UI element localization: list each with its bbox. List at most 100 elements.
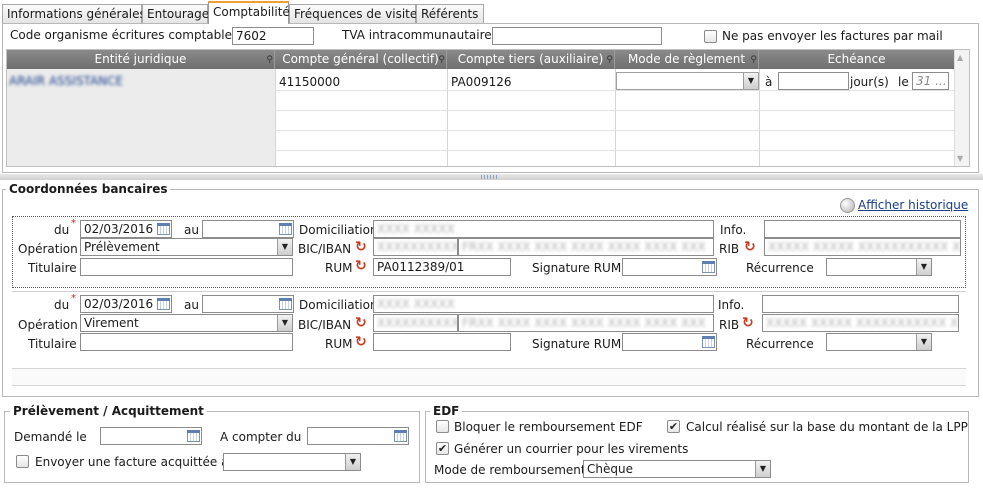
grid-header-entite[interactable]: Entité juridique ⚲ <box>7 50 275 69</box>
tab-frequences-visites[interactable]: Fréquences de visites <box>289 4 424 23</box>
bank2-operation-select[interactable]: Virement ▼ <box>80 314 293 332</box>
bank2-domiciliation-value: XXXX XXXXX <box>377 297 455 311</box>
no-mail-checkbox[interactable] <box>704 30 717 43</box>
bank2-titulaire-input[interactable] <box>80 333 293 351</box>
tab-label: Entourage <box>147 7 210 21</box>
tab-comptabilite[interactable]: Comptabilité <box>208 1 290 24</box>
bank1-titulaire-input[interactable] <box>80 258 293 276</box>
filter-icon[interactable]: ⚲ <box>750 51 757 70</box>
calendar-icon[interactable] <box>157 223 170 235</box>
grid-divider <box>759 69 760 166</box>
refresh-icon[interactable]: ↻ <box>355 240 369 254</box>
refresh-icon[interactable]: ↻ <box>742 316 756 330</box>
tab-referents[interactable]: Référents <box>416 4 484 23</box>
tab-label: Comptabilité <box>213 5 290 19</box>
filter-icon[interactable]: ⚲ <box>266 51 273 70</box>
grid-header-compte-tiers[interactable]: Compte tiers (auxiliaire) ⚲ <box>447 50 615 69</box>
bank2-iban-input[interactable]: FRXX XXXX XXXX XXXX XXXX XXXX XXX <box>458 314 714 332</box>
mode-remboursement-select[interactable]: Chèque ▼ <box>583 460 771 478</box>
bank1-rib-input[interactable]: XXXXX XXXXX XXXXXXXXXXX XX <box>764 238 961 256</box>
grid-scrollbar[interactable]: ▲ ▼ <box>954 50 969 166</box>
chevron-down-icon[interactable]: ▼ <box>277 315 292 331</box>
bank2-rib-input[interactable]: XXXXX XXXXX XXXXXXXXXXX XX <box>762 314 959 332</box>
titulaire-label: Titulaire <box>28 261 77 275</box>
calcul-lpp-checkbox[interactable]: ✔ <box>667 420 680 433</box>
bank1-recurrence-select[interactable]: ▼ <box>826 258 932 276</box>
echeance-jours-input[interactable] <box>778 72 849 90</box>
calendar-icon[interactable] <box>702 261 715 273</box>
chevron-down-icon[interactable]: ▼ <box>277 239 292 255</box>
filter-icon[interactable]: ⚲ <box>438 51 445 70</box>
bank2-rum-input[interactable] <box>373 333 511 351</box>
bank2-recurrence-select[interactable]: ▼ <box>826 333 932 351</box>
grid-cell-entite[interactable]: ARAIR ASSISTANCE <box>9 74 123 88</box>
chevron-down-icon[interactable]: ▼ <box>743 73 758 89</box>
chevron-down-icon[interactable]: ▼ <box>916 334 931 350</box>
splitter[interactable] <box>0 174 983 180</box>
calendar-icon[interactable] <box>702 336 715 348</box>
afficher-historique-link[interactable]: Afficher historique <box>858 198 968 212</box>
echeance-le-input[interactable]: 31 ... <box>912 72 949 90</box>
scroll-up-icon[interactable]: ▲ <box>957 53 963 62</box>
bank1-operation-select[interactable]: Prélèvement ▼ <box>80 238 293 256</box>
grid-cell-compte-general[interactable]: 41150000 <box>279 75 340 89</box>
splitter-grip-icon[interactable] <box>481 175 499 179</box>
refresh-icon[interactable]: ↻ <box>355 316 369 330</box>
bank1-domiciliation-input[interactable]: XXXX XXXXX <box>373 220 714 238</box>
chevron-down-icon[interactable]: ▼ <box>345 454 360 470</box>
calendar-icon[interactable] <box>394 430 407 442</box>
envoyer-facture-select[interactable]: ▼ <box>223 453 361 471</box>
grid-header-compte-general[interactable]: Compte général (collectif) ⚲ <box>275 50 447 69</box>
generer-courrier-checkbox[interactable]: ✔ <box>436 442 449 455</box>
bank1-bic-input[interactable]: XXXXXXXXXXX <box>373 238 458 256</box>
envoyer-facture-checkbox[interactable] <box>16 455 29 468</box>
refresh-icon[interactable]: ↻ <box>355 259 369 273</box>
envoyer-facture-label: Envoyer une facture acquittée à <box>35 455 229 469</box>
bank2-info-input[interactable] <box>762 295 959 313</box>
a-compter-du-label: A compter du <box>220 430 302 444</box>
bank1-au-input[interactable] <box>202 220 294 238</box>
a-compter-du-input[interactable] <box>307 427 409 445</box>
bank-block-empty[interactable] <box>12 368 966 386</box>
du-label: du <box>54 298 70 312</box>
bank2-domiciliation-input[interactable]: XXXX XXXXX <box>373 295 714 313</box>
scroll-down-icon[interactable]: ▼ <box>957 154 963 163</box>
bank2-du-input[interactable]: 02/03/2016 <box>80 295 172 313</box>
bank1-info-input[interactable] <box>764 220 961 238</box>
code-organisme-input[interactable]: 7602 <box>232 27 314 45</box>
tva-input[interactable] <box>492 27 662 45</box>
bank2-au-input[interactable] <box>202 295 294 313</box>
refresh-icon[interactable]: ↻ <box>744 240 758 254</box>
chevron-down-icon[interactable]: ▼ <box>916 259 931 275</box>
filter-icon[interactable]: ⚲ <box>606 51 613 70</box>
calendar-icon[interactable] <box>279 298 292 310</box>
tab-informations-generales[interactable]: Informations générales <box>2 4 146 23</box>
bank1-rum-input[interactable]: PA0112389/01 <box>373 258 511 276</box>
du-label: du <box>54 223 70 237</box>
calendar-icon[interactable] <box>187 430 200 442</box>
recurrence-label: Récurrence <box>746 337 814 351</box>
bank1-iban-input[interactable]: FRXX XXXX XXXX XXXX XXXX XXXX XXX <box>458 238 714 256</box>
bank2-signature-rum-input[interactable] <box>622 333 717 351</box>
history-icon[interactable] <box>840 198 855 213</box>
demande-le-input[interactable] <box>100 427 202 445</box>
mode-reglement-select[interactable]: ▼ <box>616 72 759 90</box>
grid-header-echeance[interactable]: Echéance <box>759 50 955 69</box>
tab-entourage[interactable]: Entourage <box>142 4 210 23</box>
refresh-icon[interactable]: ↻ <box>355 335 369 349</box>
grid-cell-compte-tiers[interactable]: PA009126 <box>451 75 512 89</box>
calendar-icon[interactable] <box>279 223 292 235</box>
signature-rum-label: Signature RUM <box>532 261 622 275</box>
operation-label: Opération <box>18 242 78 256</box>
bank1-du-input[interactable]: 02/03/2016 <box>80 220 172 238</box>
bank2-bic-input[interactable]: XXXXXXXXXXX <box>373 314 458 332</box>
rib-label: RIB <box>719 242 740 256</box>
chevron-down-icon[interactable]: ▼ <box>755 461 770 477</box>
bloquer-remboursement-checkbox[interactable] <box>436 420 449 433</box>
bank1-du-value: 02/03/2016 <box>84 222 154 236</box>
calendar-icon[interactable] <box>157 298 170 310</box>
grid-header-mode-reglement[interactable]: Mode de règlement ⚲ <box>615 50 759 69</box>
bank1-signature-rum-input[interactable] <box>622 258 717 276</box>
echeance-jours-label: jour(s) <box>850 75 889 89</box>
echeance-le-placeholder: 31 ... <box>916 74 947 88</box>
